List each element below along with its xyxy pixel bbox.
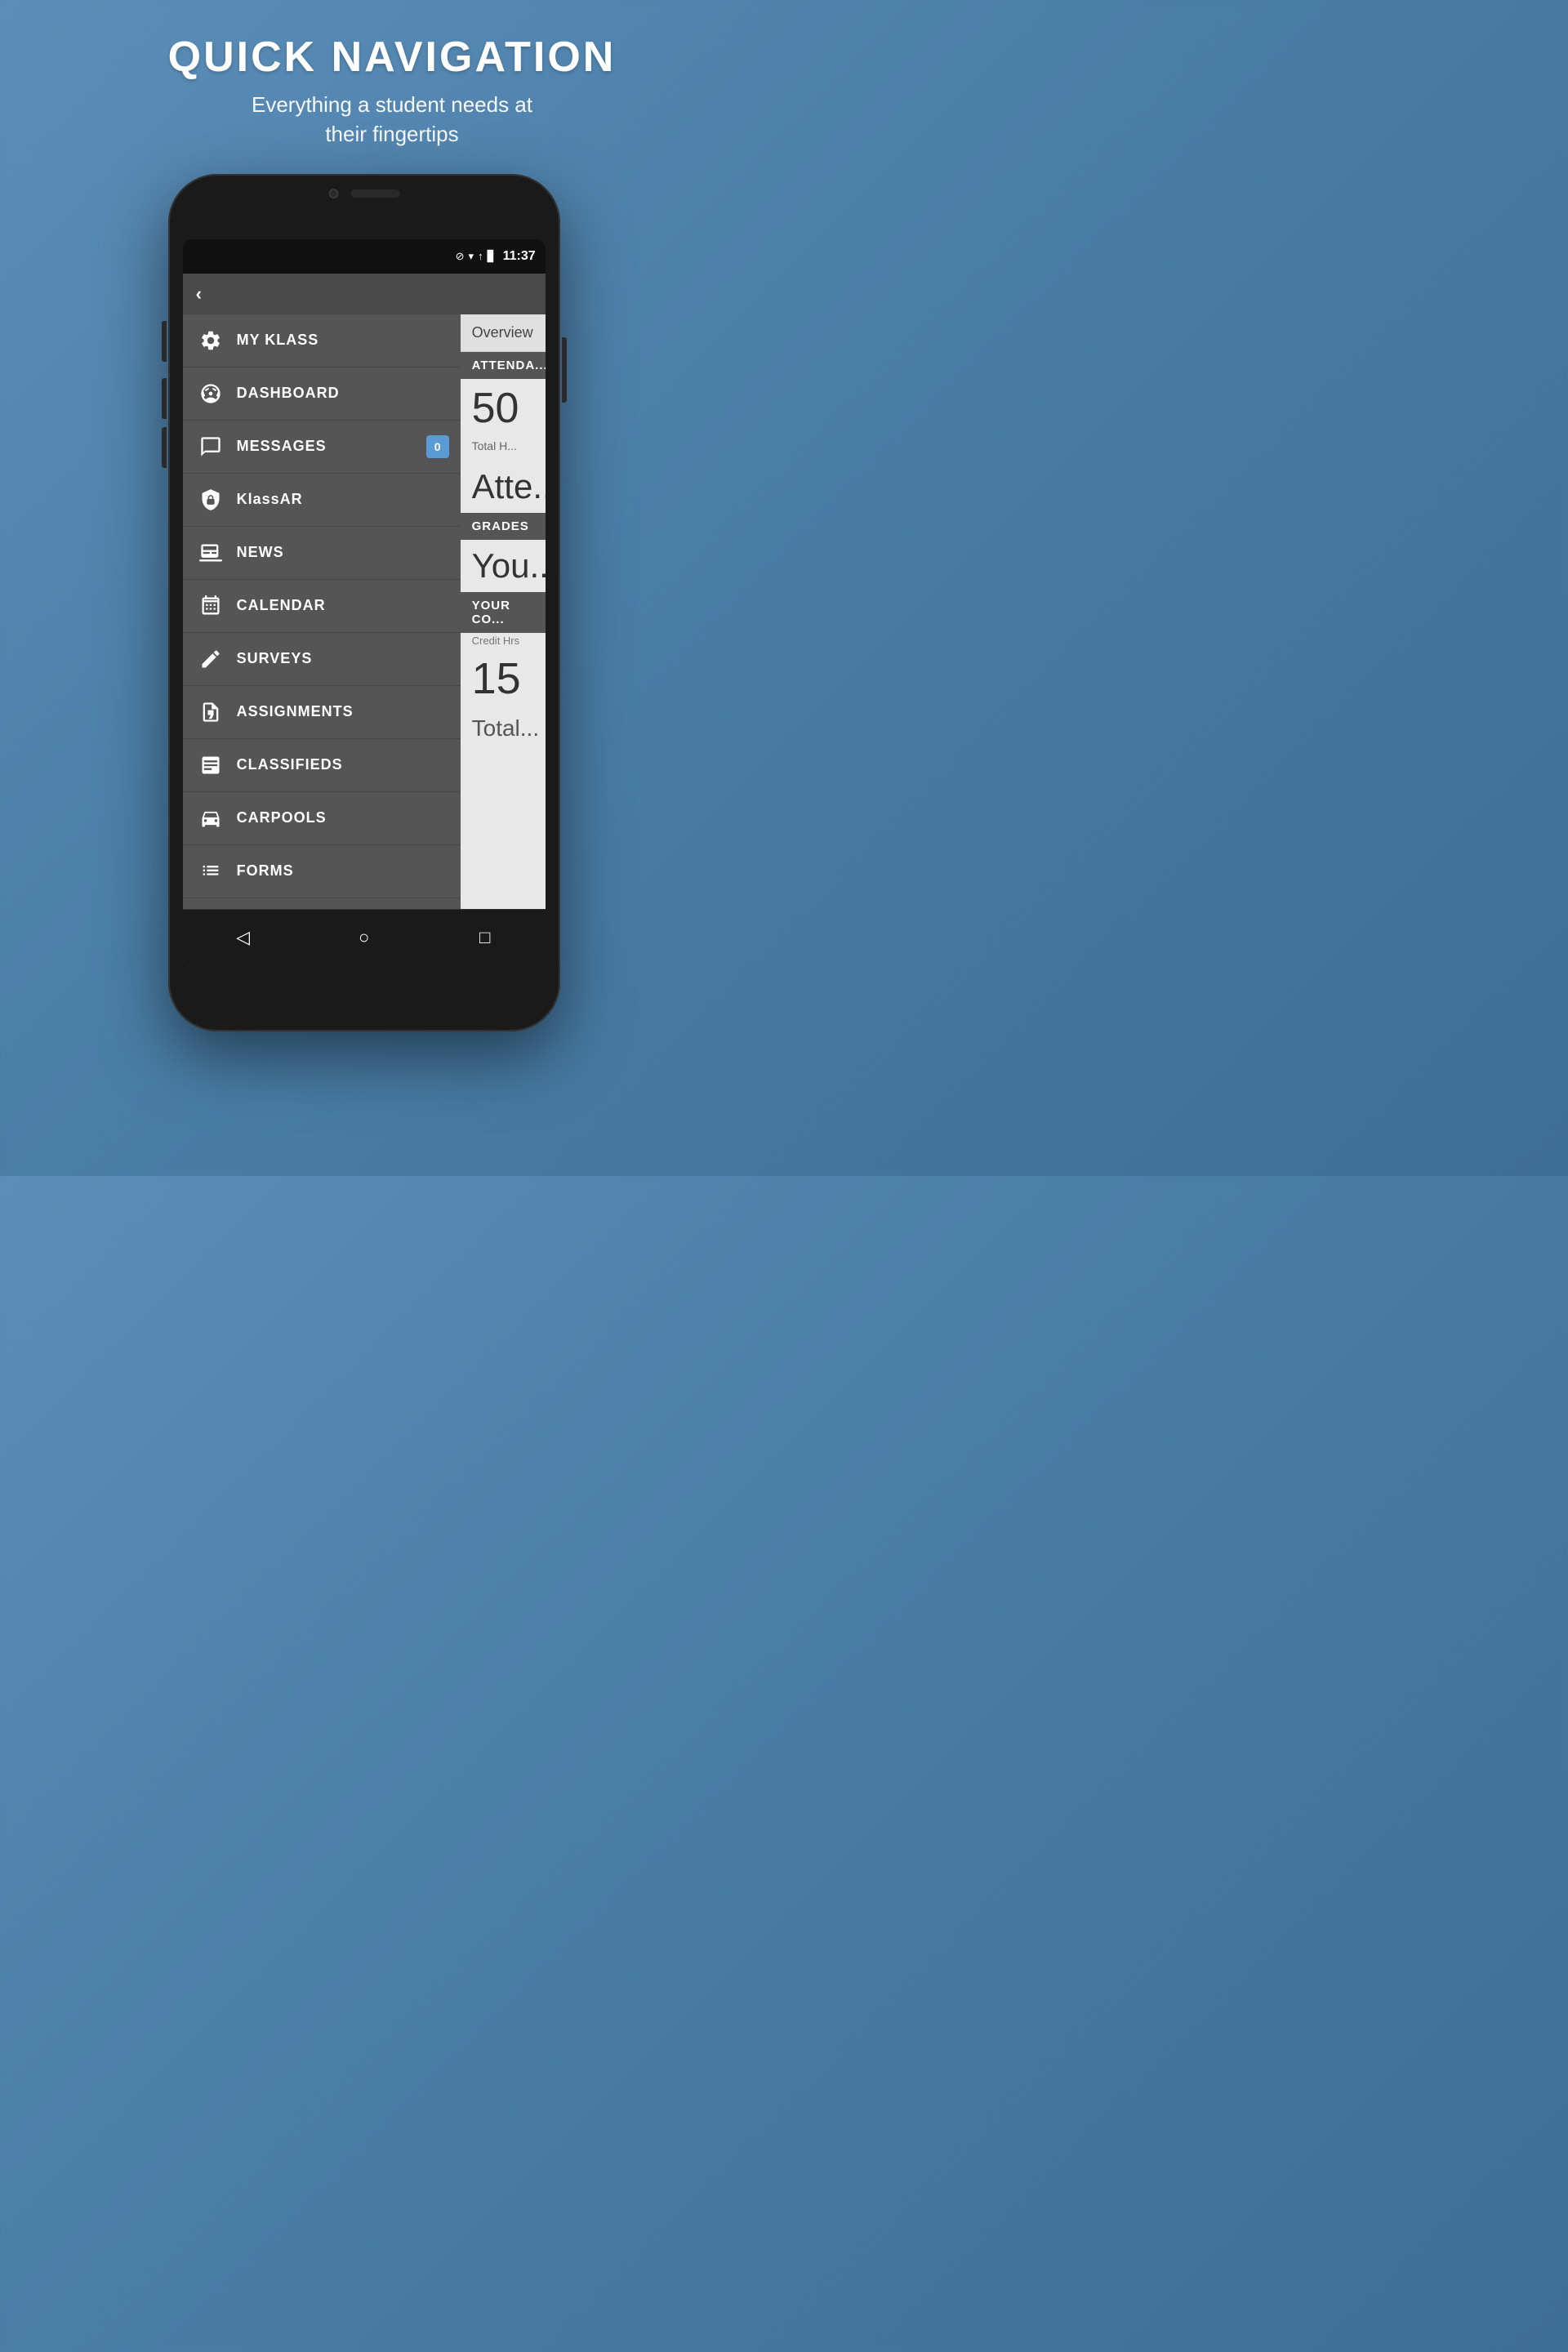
header: QUICK NAVIGATION Everything a student ne… [168, 33, 617, 149]
attendance-header: ATTENDA... [461, 352, 546, 379]
attendance-sublabel: Total H... [461, 438, 546, 461]
nav-item-messages[interactable]: MESSAGES 0 [183, 421, 461, 474]
calendar-icon [196, 591, 225, 621]
nav-label-calendar: CALENDAR [237, 597, 326, 614]
forms-icon [196, 857, 225, 886]
page-subtitle: Everything a student needs attheir finge… [168, 90, 617, 149]
app-content: ‹ MY KLASS [183, 274, 546, 966]
settings-icon [196, 326, 225, 355]
right-panel: Overview ATTENDA... 50 Total H... Atte..… [461, 314, 546, 909]
phone-frame: ⊘ ▾ ↑ ▊ 11:37 ‹ [168, 174, 560, 1031]
attendance-text: Atte... [461, 461, 546, 513]
nav-item-forms[interactable]: FORMS [183, 845, 461, 898]
surveys-icon [196, 644, 225, 674]
ar-icon [196, 485, 225, 514]
nav-label-classifieds: CLASSIFIEDS [237, 756, 343, 773]
nav-item-assignments[interactable]: ASSIGNMENTS [183, 686, 461, 739]
nav-label-messages: MESSAGES [237, 438, 327, 455]
status-bar: ⊘ ▾ ↑ ▊ 11:37 [183, 239, 546, 274]
classifieds-icon [196, 751, 225, 780]
back-nav-button[interactable]: ◁ [223, 917, 264, 958]
page-title: QUICK NAVIGATION [168, 33, 617, 82]
courses-sublabel: Credit Hrs [461, 633, 546, 653]
nav-label-assignments: ASSIGNMENTS [237, 703, 354, 720]
main-area: MY KLASS DASHBOARD [183, 314, 546, 909]
nav-item-klassar[interactable]: KlassAR [183, 474, 461, 527]
nav-item-carpools[interactable]: CARPOOLS [183, 792, 461, 845]
nav-label-dashboard: DASHBOARD [237, 385, 340, 402]
nav-item-calendar[interactable]: CALENDAR [183, 580, 461, 633]
messages-badge: 0 [426, 435, 449, 458]
messages-icon [196, 432, 225, 461]
nav-label-my-klass: MY KLASS [237, 332, 319, 349]
battery-icon: ▊ [488, 250, 496, 263]
overview-tab[interactable]: Overview [461, 314, 546, 352]
attendance-value: 50 [461, 379, 546, 438]
camera [328, 189, 338, 198]
phone-screen: ⊘ ▾ ↑ ▊ 11:37 ‹ [183, 239, 546, 966]
nav-item-classifieds[interactable]: CLASSIFIEDS [183, 739, 461, 792]
car-icon [196, 804, 225, 833]
do-not-disturb-icon: ⊘ [456, 250, 465, 263]
nav-item-my-klass[interactable]: MY KLASS [183, 314, 461, 368]
nav-label-surveys: SURVEYS [237, 650, 313, 667]
back-button[interactable]: ‹ [196, 283, 202, 305]
home-nav-button[interactable]: ○ [344, 917, 385, 958]
top-bar: ‹ [183, 274, 546, 314]
phone-top [328, 189, 399, 198]
status-time: 11:37 [503, 249, 536, 264]
sidebar: MY KLASS DASHBOARD [183, 314, 461, 909]
speaker [350, 189, 399, 198]
bottom-nav: ◁ ○ □ [183, 909, 546, 966]
recent-nav-button[interactable]: □ [465, 917, 506, 958]
signal-icon: ↑ [478, 250, 483, 262]
status-icons: ⊘ ▾ ↑ ▊ 11:37 [456, 249, 536, 264]
nav-label-klassar: KlassAR [237, 491, 303, 508]
nav-item-surveys[interactable]: SURVEYS [183, 633, 461, 686]
nav-item-galleries[interactable]: GALLERIES [183, 898, 461, 909]
wifi-icon: ▾ [469, 250, 474, 263]
courses-header: YOUR CO... [461, 592, 546, 633]
total-text: Total... [461, 707, 546, 750]
nav-label-news: NEWS [237, 544, 284, 561]
assignments-icon [196, 697, 225, 727]
nav-label-carpools: CARPOOLS [237, 809, 327, 826]
grades-text: You... [461, 540, 546, 592]
nav-label-forms: FORMS [237, 862, 294, 880]
page-container: QUICK NAVIGATION Everything a student ne… [168, 0, 617, 1031]
courses-value: 15 [461, 653, 546, 707]
nav-item-news[interactable]: NEWS [183, 527, 461, 580]
grades-header: GRADES [461, 513, 546, 540]
dashboard-icon [196, 379, 225, 408]
news-icon [196, 538, 225, 568]
nav-item-dashboard[interactable]: DASHBOARD [183, 368, 461, 421]
